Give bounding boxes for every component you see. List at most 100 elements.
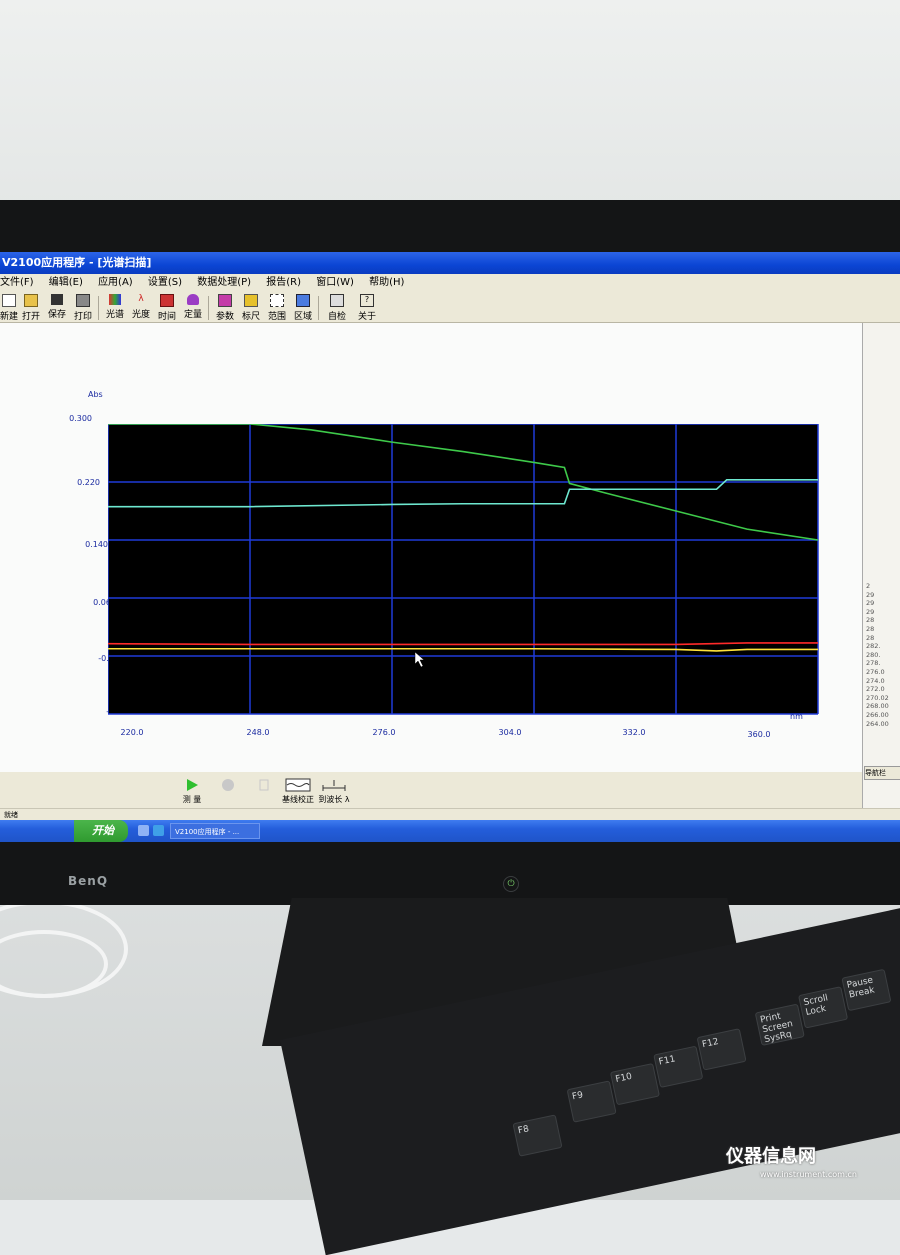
x-tick-label: 360.0 xyxy=(747,730,771,739)
menu-window[interactable]: 窗口(W) xyxy=(316,277,354,288)
list-item[interactable]: 29 xyxy=(866,599,900,608)
list-item[interactable]: 282. xyxy=(866,642,900,651)
toolbar-time-button[interactable]: 时间 xyxy=(154,294,180,322)
y-tick-label: 0.140 xyxy=(85,540,108,549)
keyboard-key: F8 xyxy=(512,1114,563,1157)
list-item[interactable]: 28 xyxy=(866,625,900,634)
start-button[interactable]: 开始 xyxy=(74,820,128,842)
toolbar-photometry-button[interactable]: λ 光度 xyxy=(128,294,154,322)
power-icon[interactable]: ⏻ xyxy=(503,876,519,892)
toolbar-range-button[interactable]: 范围 xyxy=(264,294,290,322)
toolbar-label: 光谱 xyxy=(105,310,124,320)
list-item[interactable]: 28 xyxy=(866,634,900,643)
goto-wavelength-icon xyxy=(322,780,346,791)
monitor-brand-logo: BenQ xyxy=(68,874,109,888)
toolbar-label: 光度 xyxy=(131,310,150,320)
navigation-tab[interactable]: 导航栏 xyxy=(864,766,900,780)
menu-file[interactable]: 文件(F) xyxy=(0,277,34,288)
goto-wavelength-label: 到波长 λ xyxy=(318,795,350,804)
menu-apply[interactable]: 应用(A) xyxy=(98,277,133,288)
toolbar: 新建 打开 保存 打印 光谱 λ 光度 时间 定量 参数 标尺 范围 区域 自检… xyxy=(0,292,900,323)
toolbar-quantitative-button[interactable]: 定量 xyxy=(180,294,206,322)
list-item[interactable]: 266.00 xyxy=(866,711,900,720)
watermark-url: www.instrument.com.cn xyxy=(760,1170,857,1179)
zero-icon xyxy=(259,779,269,791)
x-tick-label: 332.0 xyxy=(622,728,646,737)
menu-settings[interactable]: 设置(S) xyxy=(148,277,182,288)
taskbar: 开始 V2100应用程序 - ... xyxy=(0,820,900,842)
toolbar-label: 自检 xyxy=(327,312,346,322)
desktop-icon[interactable] xyxy=(138,825,149,836)
baseline-correction-button[interactable]: 基线校正 xyxy=(278,778,318,805)
quantitative-icon xyxy=(187,294,199,305)
x-tick-label: 304.0 xyxy=(498,728,522,737)
toolbar-about-button[interactable]: ? 关于 xyxy=(354,294,380,322)
toolbar-label: 打印 xyxy=(73,312,92,322)
toolbar-parameters-button[interactable]: 参数 xyxy=(212,294,238,322)
baseline-label: 基线校正 xyxy=(282,795,314,804)
menu-report[interactable]: 报告(R) xyxy=(266,277,301,288)
baseline-icon xyxy=(285,778,311,792)
self-check-icon xyxy=(330,294,344,307)
toolbar-open-button[interactable]: 打开 xyxy=(18,294,44,322)
menu-data-processing[interactable]: 数据处理(P) xyxy=(197,277,251,288)
toolbar-save-button[interactable]: 保存 xyxy=(44,294,70,322)
x-tick-label: 276.0 xyxy=(372,728,396,737)
open-folder-icon xyxy=(24,294,38,307)
toolbar-ruler-button[interactable]: 标尺 xyxy=(238,294,264,322)
goto-wavelength-button[interactable]: 到波长 λ xyxy=(314,778,354,805)
about-icon: ? xyxy=(360,294,374,307)
wavelength-list[interactable]: 2 29 29 29 28 28 28 282. 280. 278. 276.0… xyxy=(866,582,900,767)
screen: V2100应用程序 - [光谱扫描] 文件(F) 编辑(E) 应用(A) 设置(… xyxy=(0,252,900,842)
list-item[interactable]: 264.00 xyxy=(866,720,900,729)
list-item[interactable]: 2 xyxy=(866,582,900,591)
x-axis-unit: nm xyxy=(790,712,803,721)
toolbar-print-button[interactable]: 打印 xyxy=(70,294,96,322)
stop-button[interactable] xyxy=(208,778,248,794)
list-item[interactable]: 28 xyxy=(866,616,900,625)
stop-icon xyxy=(222,779,234,791)
list-item[interactable]: 278. xyxy=(866,659,900,668)
range-icon xyxy=(270,294,284,307)
measure-button[interactable]: 测 量 xyxy=(172,778,212,805)
y-tick-label: 0.220 xyxy=(77,478,100,487)
toolbar-label: 时间 xyxy=(157,312,176,322)
toolbar-label: 打开 xyxy=(21,312,40,322)
toolbar-label: 区域 xyxy=(293,312,312,322)
spectrum-chart xyxy=(108,424,819,715)
keyboard-key: F12 xyxy=(696,1028,747,1071)
taskbar-app-item[interactable]: V2100应用程序 - ... xyxy=(170,823,260,839)
toolbar-self-check-button[interactable]: 自检 xyxy=(324,294,350,322)
list-item[interactable]: 29 xyxy=(866,608,900,617)
list-item[interactable]: 276.0 xyxy=(866,668,900,677)
toolbar-label: 定量 xyxy=(183,310,202,320)
menu-help[interactable]: 帮助(H) xyxy=(369,277,404,288)
x-tick-label: 220.0 xyxy=(120,728,144,737)
measure-label: 测 量 xyxy=(182,795,202,804)
time-icon xyxy=(160,294,174,307)
save-icon xyxy=(51,294,63,305)
toolbar-separator xyxy=(318,296,319,320)
list-item[interactable]: 29 xyxy=(866,591,900,600)
spectrum-icon xyxy=(109,294,121,305)
toolbar-spectrum-button[interactable]: 光谱 xyxy=(102,294,128,322)
region-icon xyxy=(296,294,310,307)
list-item[interactable]: 268.00 xyxy=(866,702,900,711)
keyboard-key: Pause Break xyxy=(841,968,892,1012)
background-wall xyxy=(0,0,900,210)
toolbar-region-button[interactable]: 区域 xyxy=(290,294,316,322)
play-icon xyxy=(187,779,198,791)
parameters-icon xyxy=(218,294,232,307)
browser-icon[interactable] xyxy=(153,825,164,836)
y-tick-label: 0.300 xyxy=(69,414,92,423)
menu-edit[interactable]: 编辑(E) xyxy=(49,277,83,288)
toolbar-separator xyxy=(208,296,209,320)
y-axis-label: Abs xyxy=(88,390,103,399)
list-item[interactable]: 280. xyxy=(866,651,900,660)
keyboard-key: Scroll Lock xyxy=(798,986,849,1029)
keyboard-key: Print Screen SysRq xyxy=(754,1003,805,1046)
list-item[interactable]: 270.02 xyxy=(866,694,900,703)
list-item[interactable]: 272.0 xyxy=(866,685,900,694)
watermark-text: 仪器信息网 xyxy=(726,1146,816,1167)
list-item[interactable]: 274.0 xyxy=(866,677,900,686)
